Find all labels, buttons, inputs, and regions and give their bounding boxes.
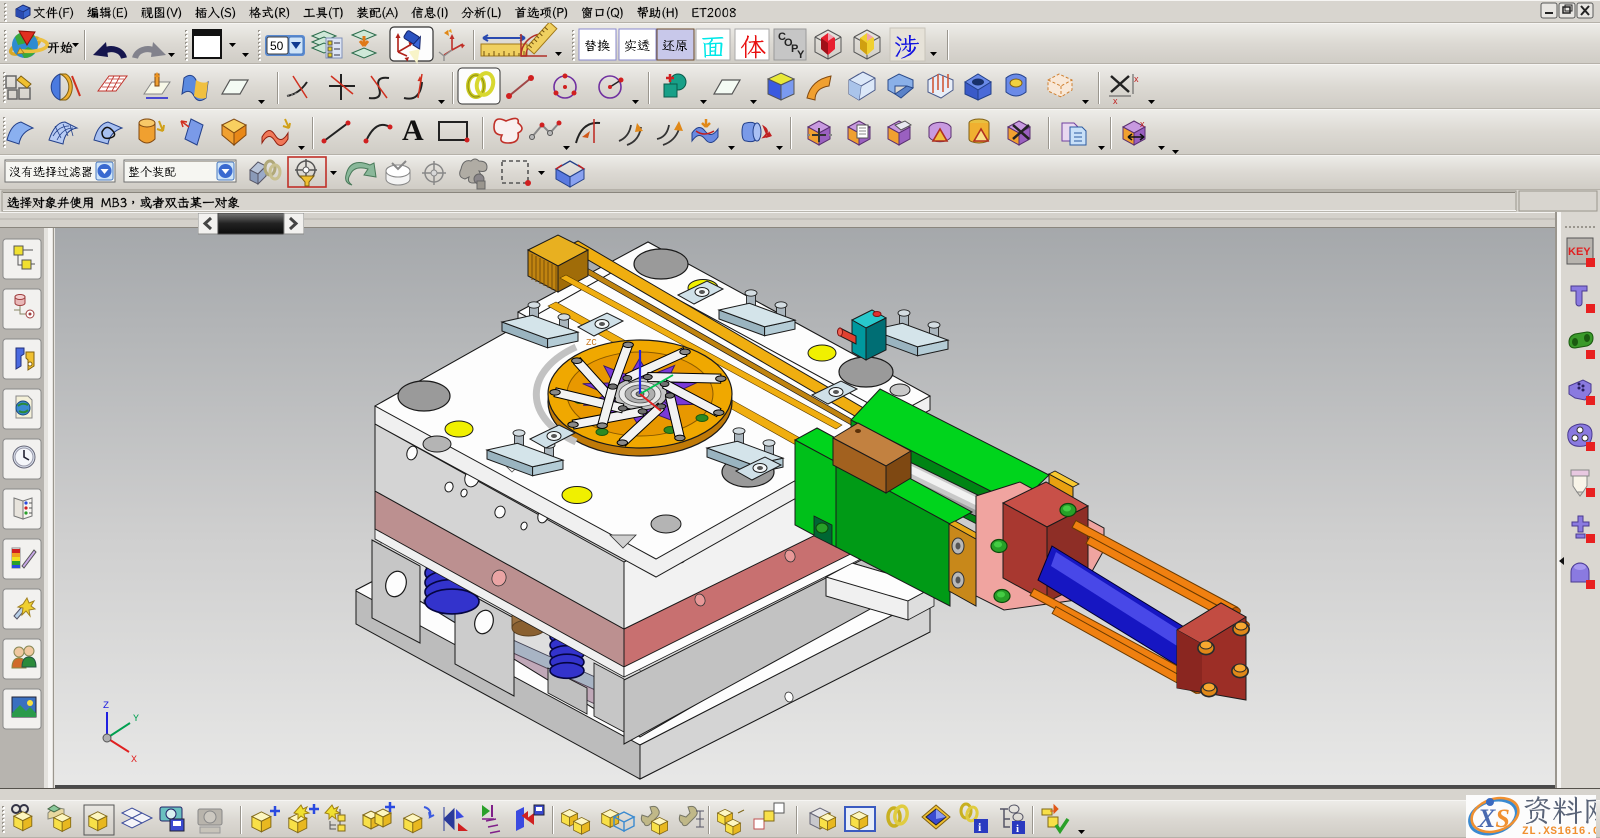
svg-text:Y: Y	[797, 49, 805, 61]
svg-text:x: x	[1113, 96, 1118, 106]
svg-text:Z: Z	[103, 701, 109, 712]
svg-text:ZL.XS1616.COM: ZL.XS1616.COM	[1522, 826, 1596, 838]
svg-text:ZC: ZC	[586, 338, 597, 348]
svg-text:XS: XS	[1477, 804, 1510, 833]
svg-text:X: X	[131, 755, 137, 766]
svg-text:Y: Y	[133, 714, 139, 725]
svg-text:A: A	[402, 114, 424, 147]
svg-text:x: x	[1134, 74, 1139, 84]
svg-text:50: 50	[270, 39, 284, 53]
svg-text:KEY: KEY	[1568, 246, 1591, 258]
svg-text:x: x	[1140, 119, 1145, 129]
svg-text:i: i	[1016, 823, 1019, 835]
